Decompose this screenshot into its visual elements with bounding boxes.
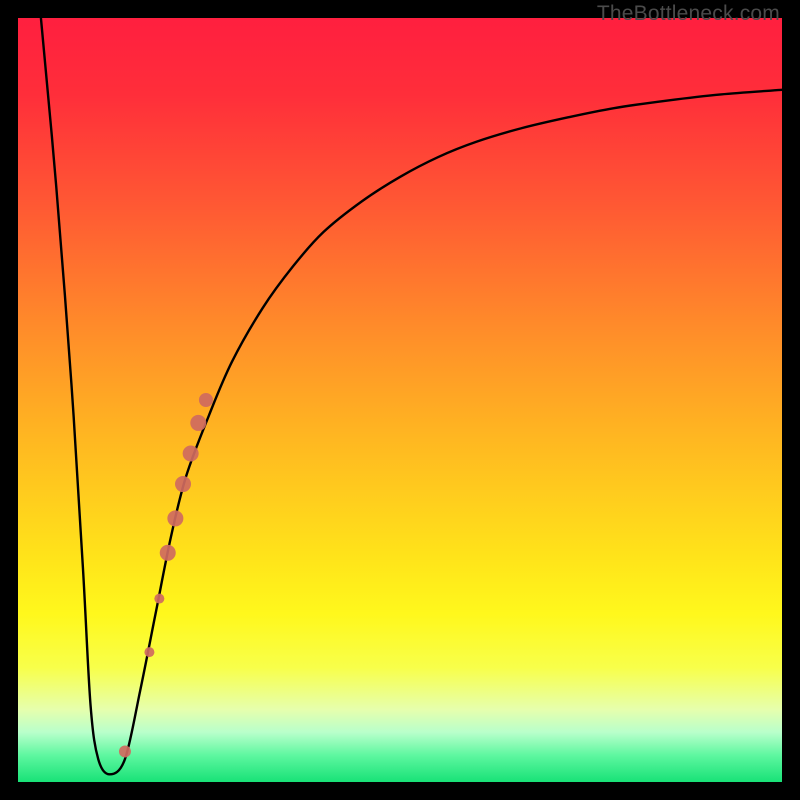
curve-marker bbox=[183, 445, 199, 461]
curve-marker bbox=[190, 415, 206, 431]
curve-marker bbox=[119, 745, 131, 757]
watermark-text: TheBottleneck.com bbox=[597, 2, 780, 26]
curve-marker bbox=[154, 594, 164, 604]
curve-marker bbox=[160, 545, 176, 561]
curve-marker bbox=[175, 476, 191, 492]
curve-marker bbox=[144, 647, 154, 657]
curve-marker bbox=[167, 510, 183, 526]
chart-svg bbox=[18, 18, 782, 782]
curve-marker bbox=[199, 393, 213, 407]
chart-frame bbox=[18, 18, 782, 782]
chart-background bbox=[18, 18, 782, 782]
